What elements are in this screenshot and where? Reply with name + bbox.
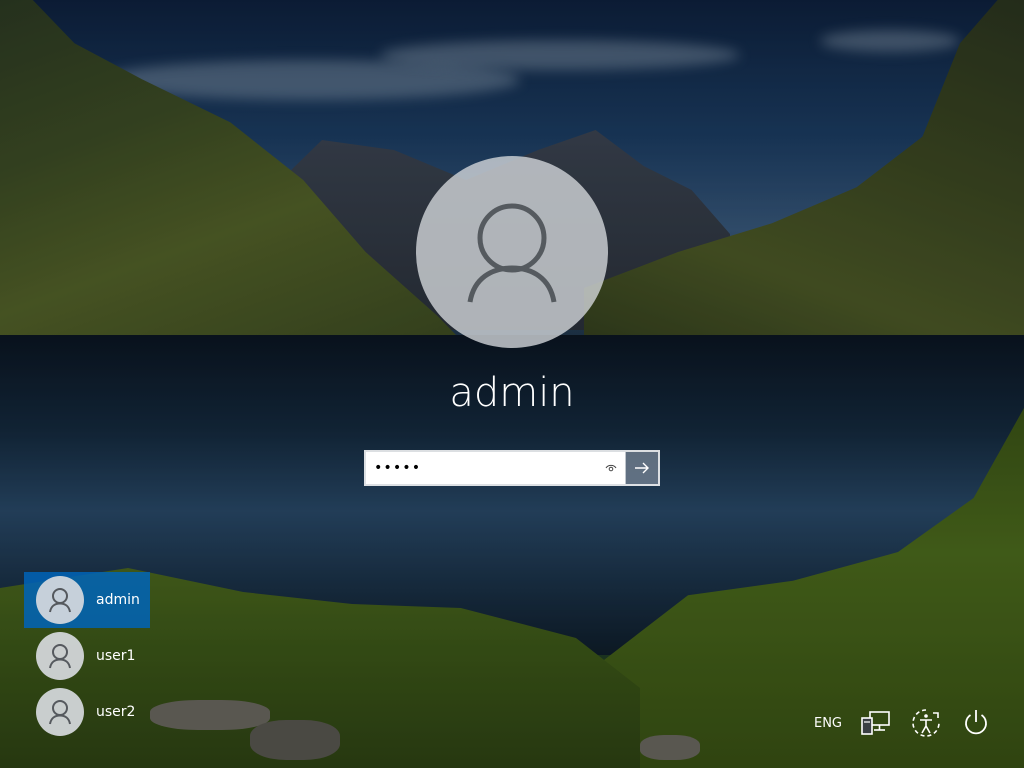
- user-item-label: admin: [96, 592, 140, 608]
- password-field-wrapper: [366, 452, 625, 484]
- system-tray: ENG: [814, 706, 992, 740]
- power-icon[interactable]: [960, 707, 992, 739]
- password-input[interactable]: [366, 452, 625, 484]
- eye-icon[interactable]: [603, 460, 619, 476]
- password-box: [364, 450, 660, 486]
- arrow-right-icon: [635, 462, 649, 474]
- user-avatar-large: [416, 156, 608, 348]
- ease-of-access-icon[interactable]: [910, 707, 942, 739]
- user-avatar-small: [36, 632, 84, 680]
- user-item-user1[interactable]: user1: [24, 628, 150, 684]
- language-button[interactable]: ENG: [814, 716, 842, 731]
- user-item-user2[interactable]: user2: [24, 684, 150, 740]
- user-list: admin user1 user2: [24, 572, 150, 740]
- user-icon: [467, 203, 557, 303]
- network-icon[interactable]: [860, 707, 892, 739]
- login-username: admin: [449, 370, 575, 416]
- user-icon: [49, 644, 71, 669]
- user-icon: [49, 588, 71, 613]
- user-item-label: user1: [96, 648, 136, 664]
- submit-button[interactable]: [625, 452, 658, 484]
- user-item-admin[interactable]: admin: [24, 572, 150, 628]
- user-item-label: user2: [96, 704, 136, 720]
- user-icon: [49, 700, 71, 725]
- user-avatar-small: [36, 688, 84, 736]
- user-avatar-small: [36, 576, 84, 624]
